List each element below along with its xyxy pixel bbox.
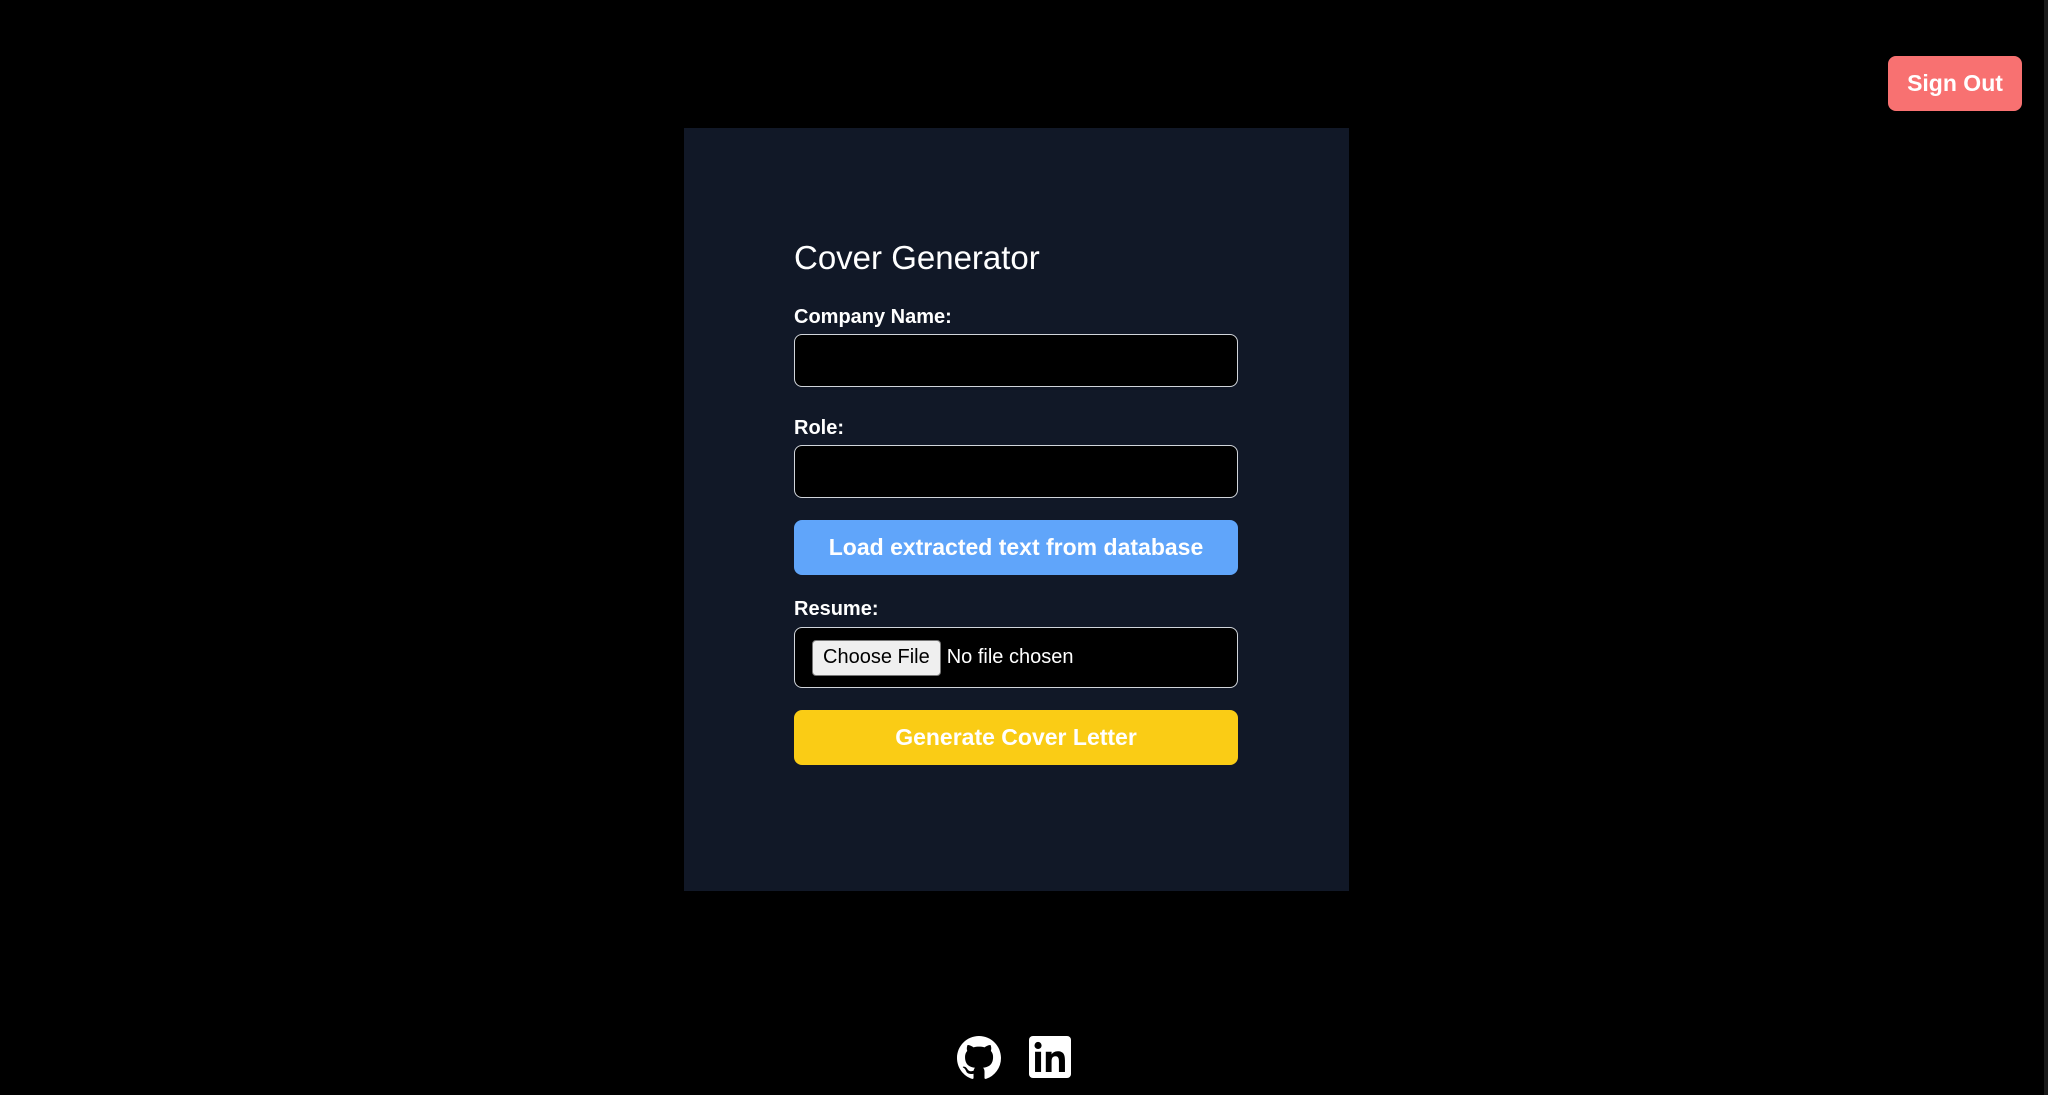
cover-form: Cover Generator Company Name: Role: Load… (794, 238, 1238, 765)
company-name-label: Company Name: (794, 306, 952, 328)
role-input[interactable] (794, 445, 1238, 498)
choose-file-button[interactable]: Choose File (812, 639, 941, 676)
company-name-input[interactable] (794, 334, 1238, 387)
role-label: Role: (794, 417, 844, 439)
page-title: Cover Generator (794, 239, 1040, 276)
cover-generator-card: Cover Generator Company Name: Role: Load… (684, 128, 1349, 891)
scrollbar[interactable] (2044, 0, 2048, 1095)
resume-label: Resume: (794, 598, 879, 620)
sign-out-button[interactable]: Sign Out (1888, 56, 2022, 111)
generate-cover-letter-button[interactable]: Generate Cover Letter (794, 710, 1238, 765)
page: Sign Out Cover Generator Company Name: R… (0, 0, 2048, 1095)
footer-social-links (957, 1036, 1073, 1080)
linkedin-icon[interactable] (1029, 1036, 1073, 1080)
file-status-text: No file chosen (946, 646, 1074, 668)
github-icon[interactable] (957, 1036, 1001, 1080)
load-extracted-text-button[interactable]: Load extracted text from database (794, 520, 1238, 575)
resume-file-input[interactable]: Choose File No file chosen (794, 627, 1238, 688)
